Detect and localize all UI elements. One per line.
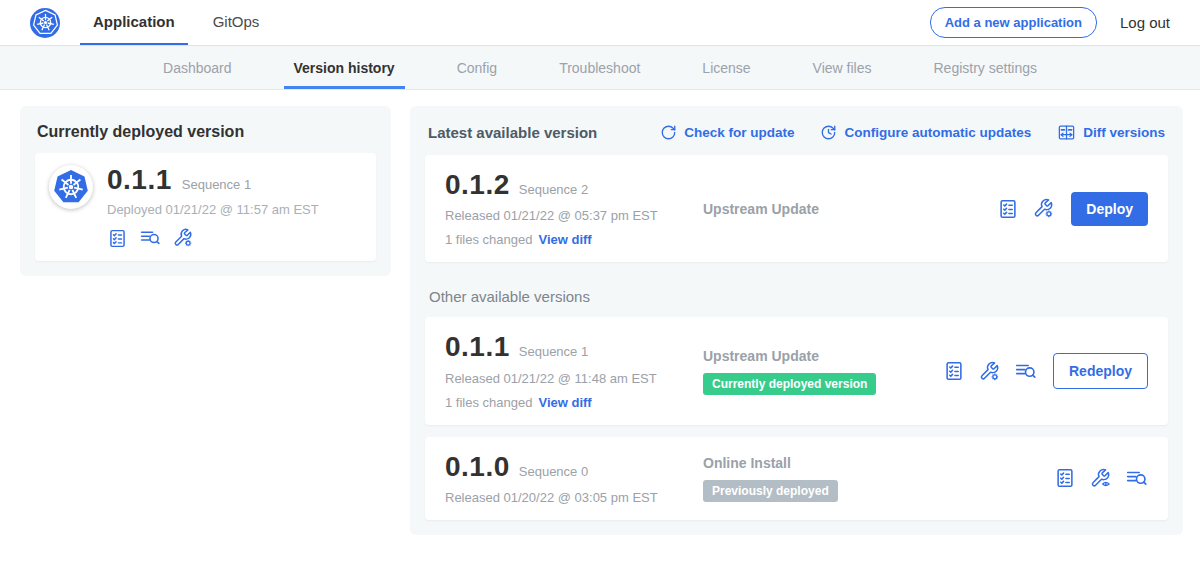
add-application-button[interactable]: Add a new application [930,7,1097,38]
previously-deployed-badge: Previously deployed [703,480,838,502]
files-changed-label: 1 files changed [445,232,532,247]
main-content: Currently deployed version 0.1.1 Sequenc… [0,90,1200,555]
released-timestamp: Released 01/21/22 @ 05:37 pm EST [445,208,703,223]
currently-deployed-panel: Currently deployed version 0.1.1 Sequenc… [20,106,391,276]
edit-config-icon[interactable] [1032,197,1055,220]
preflight-checks-icon[interactable] [1054,467,1076,489]
version-source-label: Upstream Update [703,348,943,364]
deployed-sequence-label: Sequence 1 [182,177,251,192]
deployed-version-number: 0.1.1 [107,165,172,194]
edit-config-icon[interactable] [978,360,1001,383]
available-versions-panel: Latest available version Check for updat… [410,106,1183,535]
diff-versions-label: Diff versions [1083,125,1165,140]
deployed-timestamp: Deployed 01/21/22 @ 11:57 am EST [107,202,319,217]
subnav-tab-troubleshoot[interactable]: Troubleshoot [549,46,650,89]
kubernetes-logo-icon [30,8,60,38]
other-available-versions-title: Other available versions [429,288,1164,305]
version-number: 0.1.1 [445,332,510,361]
subnav-tab-dashboard[interactable]: Dashboard [153,46,242,89]
released-timestamp: Released 01/20/22 @ 03:05 pm EST [445,490,703,505]
logout-link[interactable]: Log out [1120,14,1170,31]
deploy-logs-icon[interactable] [1125,467,1148,490]
version-card-0-1-0: 0.1.0 Sequence 0 Released 01/20/22 @ 03:… [425,437,1168,520]
version-number: 0.1.2 [445,170,510,199]
version-number: 0.1.0 [445,452,510,481]
tab-gitops[interactable]: GitOps [200,0,273,45]
check-for-update-label: Check for update [684,125,794,140]
view-config-icon[interactable] [1089,467,1112,490]
diff-versions-link[interactable]: Diff versions [1057,123,1165,142]
currently-deployed-badge: Currently deployed version [703,373,876,395]
version-card-0-1-2: 0.1.2 Sequence 2 Released 01/21/22 @ 05:… [425,155,1168,262]
subnav-tab-license[interactable]: License [692,46,760,89]
refresh-icon [660,124,677,141]
version-source-label: Online Install [703,455,943,471]
view-diff-link[interactable]: View diff [538,395,591,410]
deploy-logs-icon[interactable] [139,227,161,249]
schedule-update-icon [820,124,837,141]
app-sub-nav: Dashboard Version history Config Trouble… [0,46,1200,90]
sequence-label: Sequence 2 [519,182,588,197]
files-changed-label: 1 files changed [445,395,532,410]
latest-available-title: Latest available version [428,124,597,141]
subnav-tab-view-files[interactable]: View files [803,46,882,89]
edit-config-icon[interactable] [172,227,194,249]
currently-deployed-title: Currently deployed version [37,123,374,141]
preflight-checks-icon[interactable] [943,360,965,382]
tab-application[interactable]: Application [80,0,188,45]
top-nav: Application GitOps Add a new application… [0,0,1200,46]
subnav-tab-version-history[interactable]: Version history [284,46,405,89]
check-for-update-link[interactable]: Check for update [660,124,794,141]
version-card-0-1-1: 0.1.1 Sequence 1 Released 01/21/22 @ 11:… [425,317,1168,424]
subnav-tab-config[interactable]: Config [447,46,507,89]
deploy-logs-icon[interactable] [1014,360,1037,383]
deployed-version-card: 0.1.1 Sequence 1 Deployed 01/21/22 @ 11:… [35,153,376,261]
view-diff-link[interactable]: View diff [538,232,591,247]
preflight-checks-icon[interactable] [107,228,128,249]
diff-icon [1057,123,1076,142]
sequence-label: Sequence 0 [519,464,588,479]
deploy-button[interactable]: Deploy [1071,192,1148,226]
tab-application-label: Application [93,13,175,30]
sequence-label: Sequence 1 [519,344,588,359]
configure-automatic-updates-label: Configure automatic updates [844,125,1031,140]
preflight-checks-icon[interactable] [997,198,1019,220]
app-icon [49,165,93,209]
released-timestamp: Released 01/21/22 @ 11:48 am EST [445,371,703,386]
top-nav-tabs: Application GitOps [80,0,272,45]
tab-gitops-label: GitOps [213,13,260,30]
version-source-label: Upstream Update [703,201,943,217]
subnav-tab-registry-settings[interactable]: Registry settings [924,46,1047,89]
configure-automatic-updates-link[interactable]: Configure automatic updates [820,124,1031,141]
redeploy-button[interactable]: Redeploy [1053,353,1148,389]
top-nav-right: Add a new application Log out [930,0,1170,45]
